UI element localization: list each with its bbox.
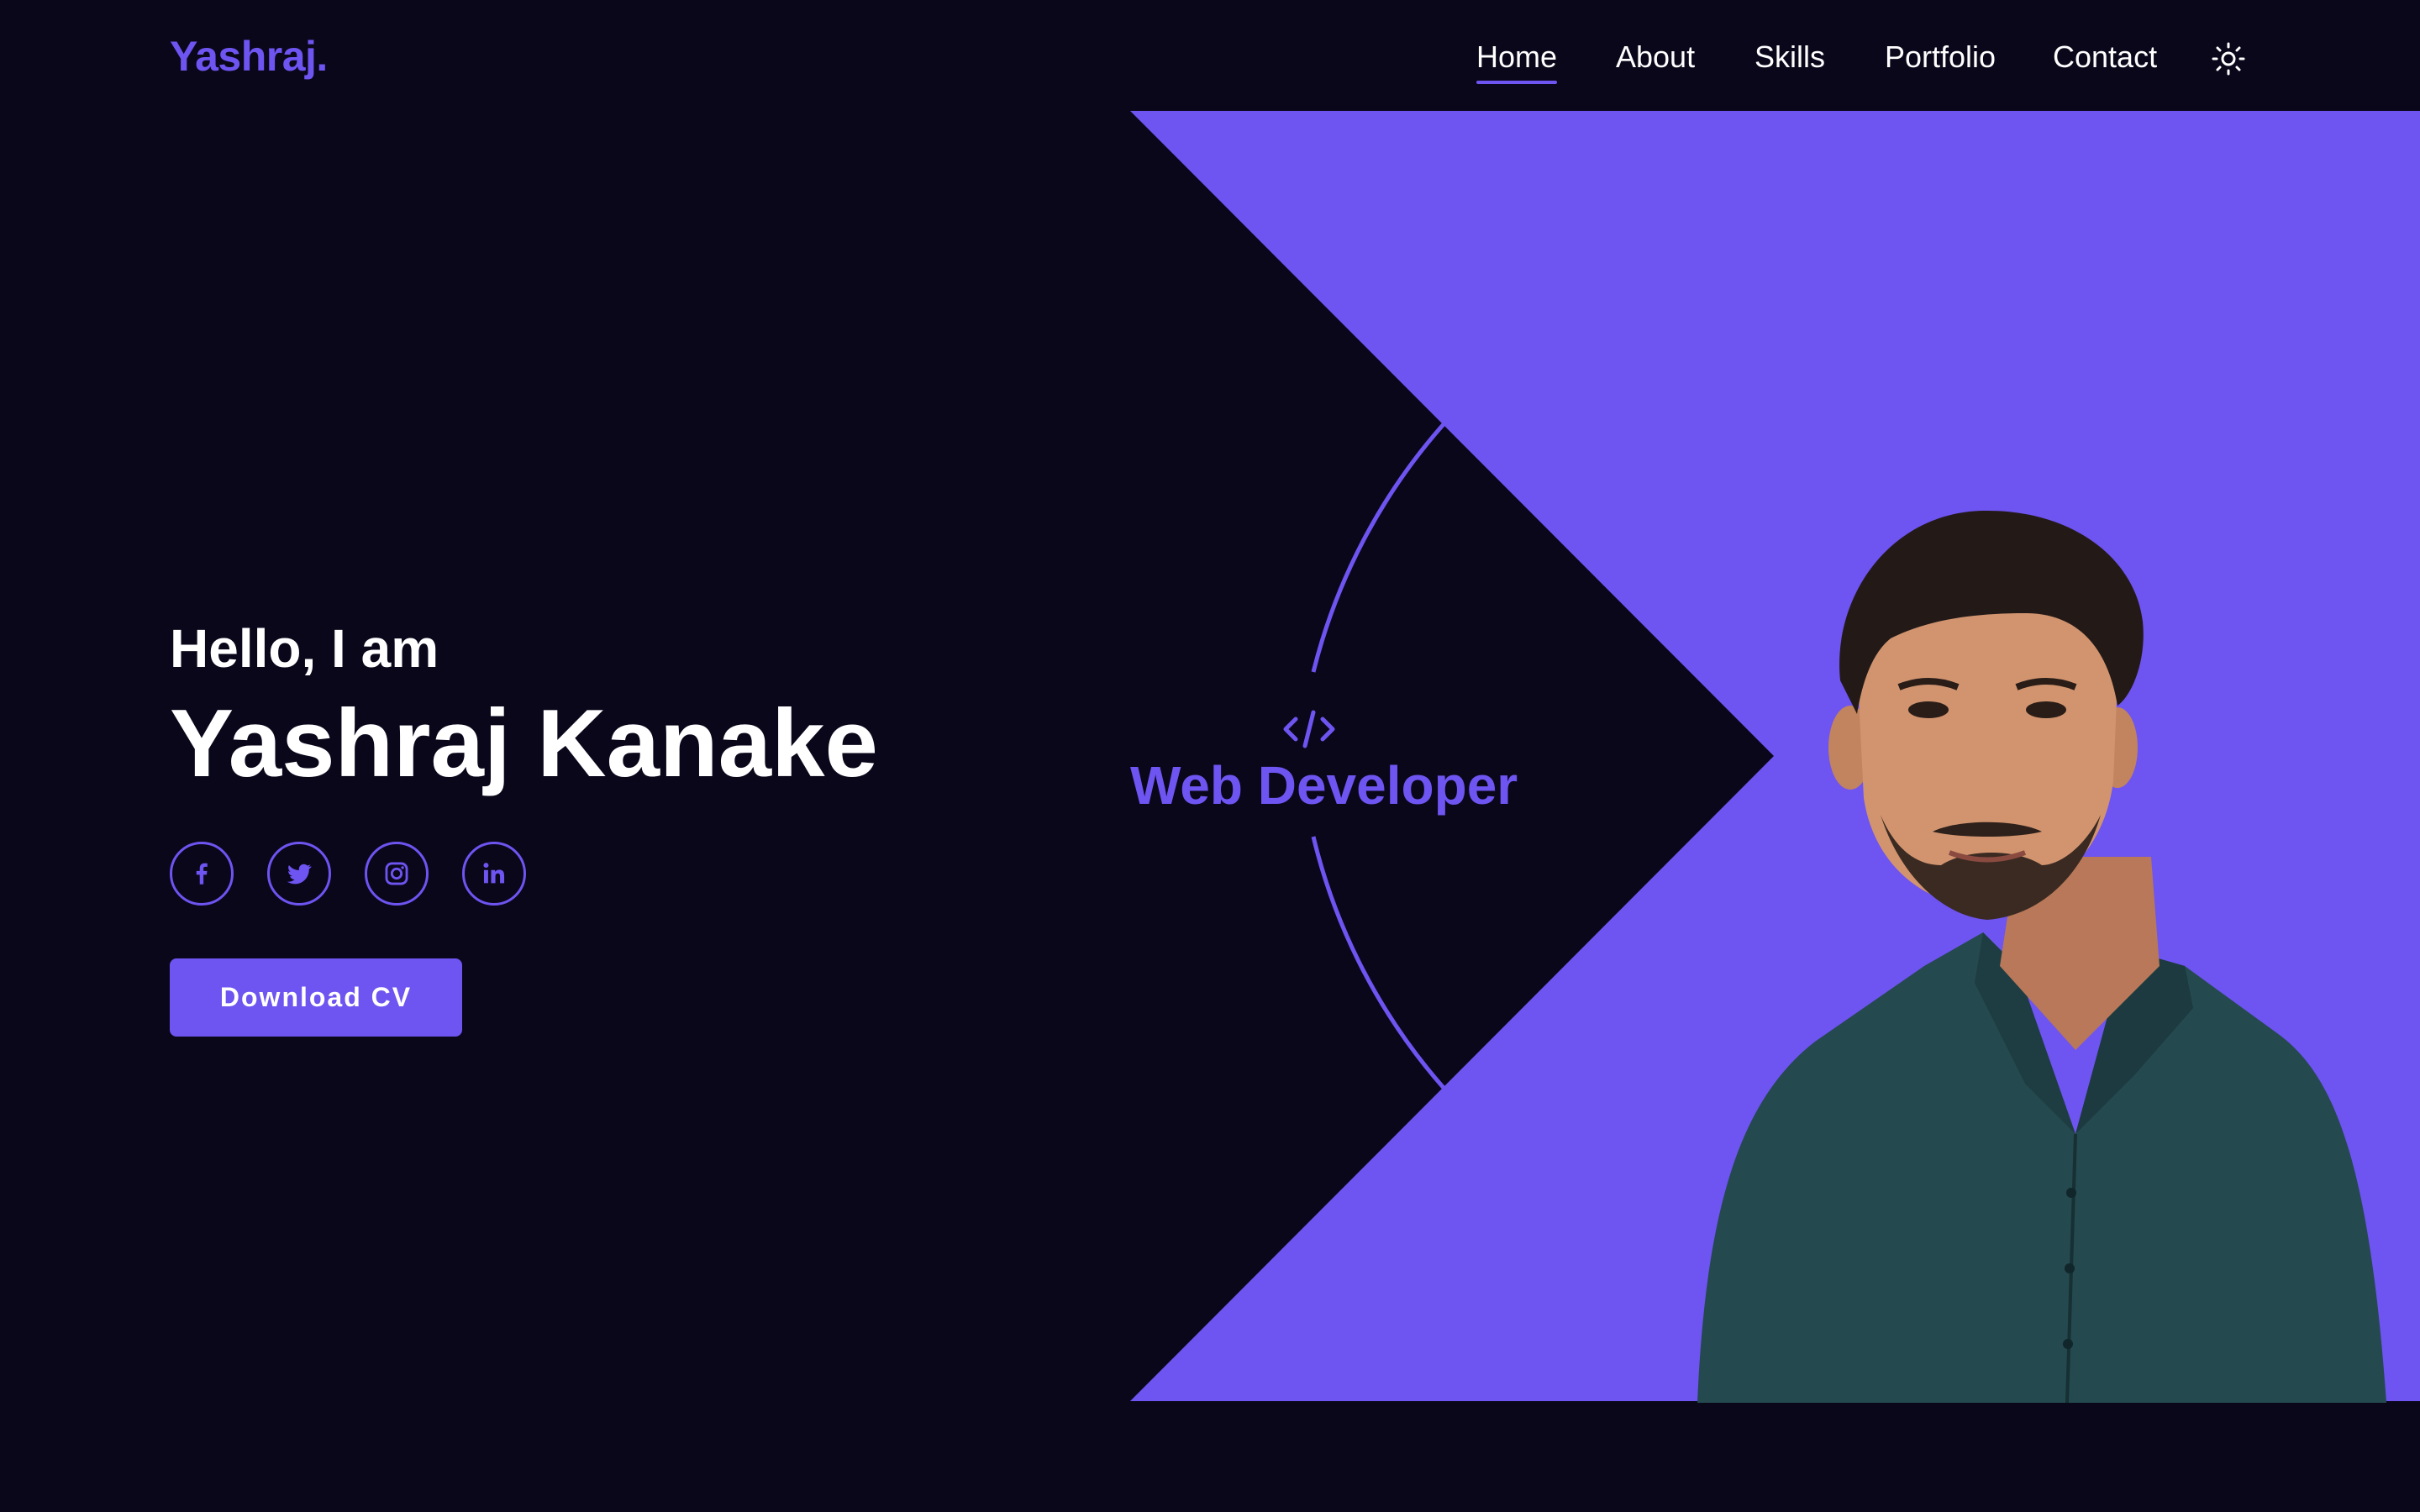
nav-item-portfolio[interactable]: Portfolio: [1885, 37, 1996, 77]
nav-item-contact[interactable]: Contact: [2053, 37, 2157, 77]
linkedin-icon: [483, 863, 505, 884]
twitter-icon: [287, 864, 312, 885]
code-icon: [1283, 710, 1335, 748]
nav-item-home[interactable]: Home: [1476, 37, 1558, 84]
profile-photo: [1697, 510, 2386, 1403]
theme-toggle-button[interactable]: [2212, 42, 2245, 76]
nav-item-skills[interactable]: Skills: [1754, 37, 1825, 77]
facebook-icon: [196, 863, 208, 885]
download-cv-button[interactable]: Download CV: [170, 958, 462, 1037]
facebook-link[interactable]: [170, 842, 234, 906]
linkedin-link[interactable]: [462, 842, 526, 906]
hero-role: Web Developer: [1130, 755, 1518, 816]
nav-item-about[interactable]: About: [1616, 37, 1695, 77]
instagram-link[interactable]: [365, 842, 429, 906]
hero-greeting: Hello, I am: [170, 618, 439, 679]
logo[interactable]: Yashraj.: [170, 32, 328, 81]
twitter-link[interactable]: [267, 842, 331, 906]
sun-icon: [2212, 42, 2245, 76]
hero-name: Yashraj Kanake: [170, 690, 878, 797]
instagram-icon: [385, 862, 408, 885]
